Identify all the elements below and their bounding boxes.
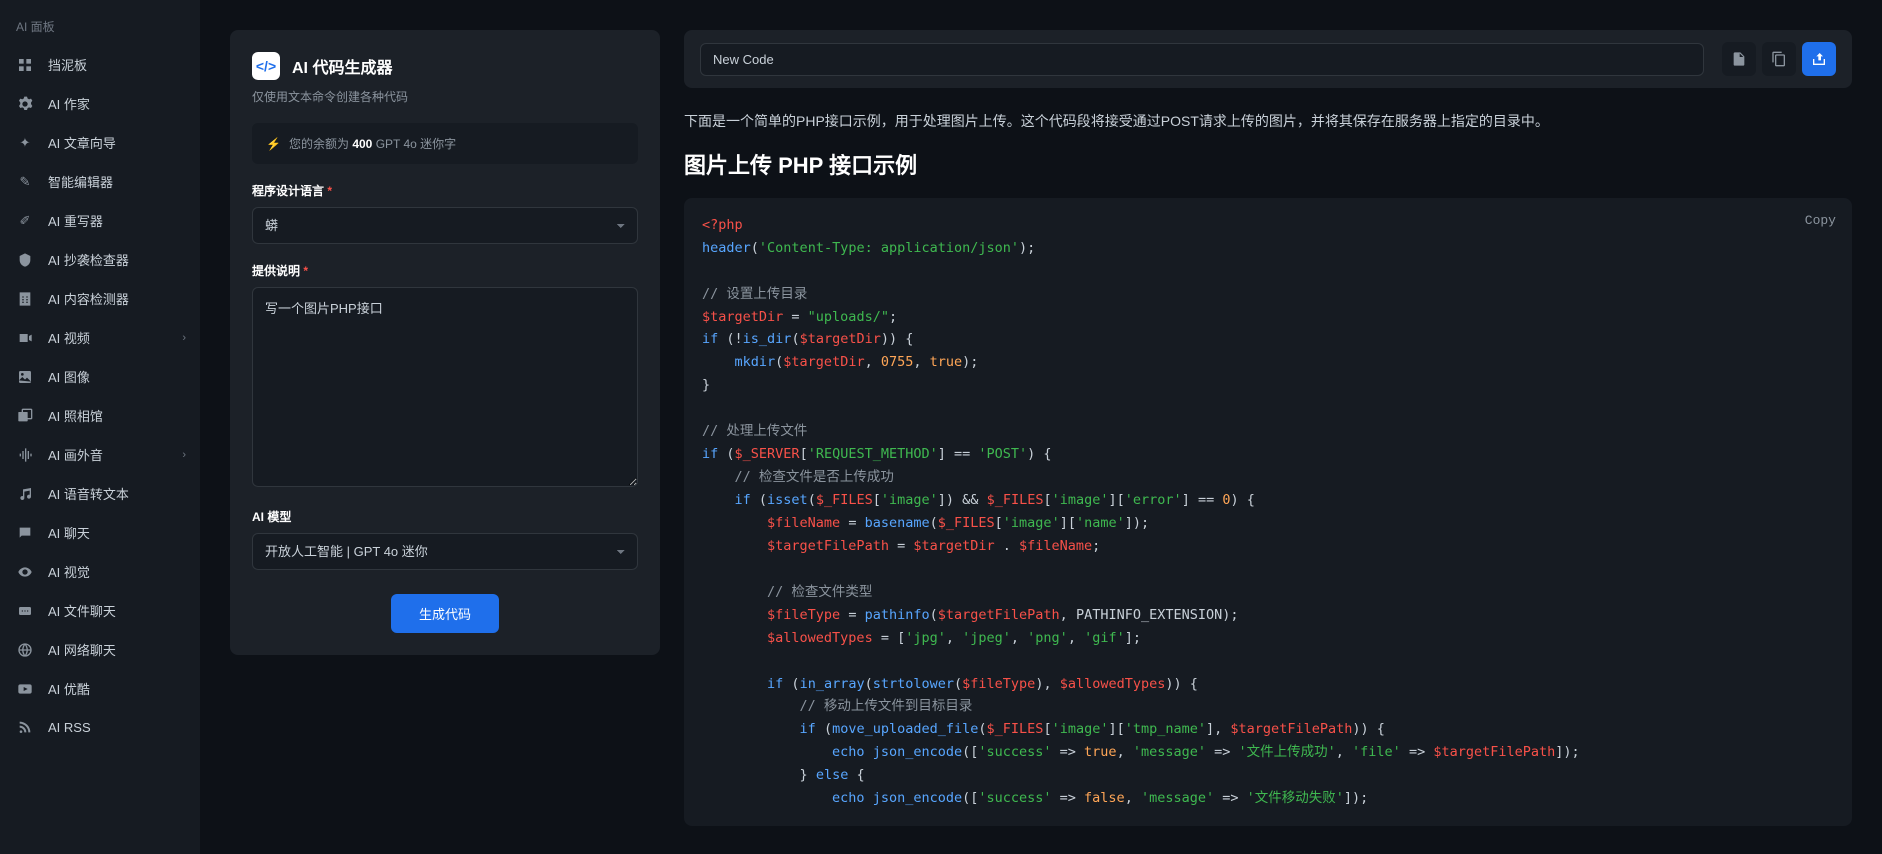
sidebar-item-label: AI 重写器 [48, 211, 103, 230]
sidebar-item-label: AI 视觉 [48, 562, 90, 581]
sidebar-item-10[interactable]: AI 画外音 › [0, 435, 200, 474]
dashboard-icon [16, 56, 34, 74]
gallery-icon [16, 407, 34, 425]
sidebar-item-12[interactable]: AI 聊天 [0, 513, 200, 552]
sidebar-item-label: 挡泥板 [48, 55, 87, 74]
balance-banner: ⚡ 您的余额为 400 GPT 4o 迷你字 [252, 123, 638, 164]
sidebar-item-13[interactable]: AI 视觉 [0, 552, 200, 591]
sidebar-item-label: AI 文章向导 [48, 133, 116, 152]
code-copy-button[interactable]: Copy [1805, 210, 1836, 232]
generate-button[interactable]: 生成代码 [391, 594, 499, 633]
sidebar-item-label: AI 内容检测器 [48, 289, 129, 308]
sidebar-item-15[interactable]: AI 网络聊天 [0, 630, 200, 669]
sidebar-item-14[interactable]: AI 文件聊天 [0, 591, 200, 630]
web-icon [16, 641, 34, 659]
sidebar-item-8[interactable]: AI 图像 [0, 357, 200, 396]
code-block: Copy <?php header('Content-Type: applica… [684, 198, 1852, 826]
card-title: AI 代码生成器 [292, 54, 392, 78]
sidebar-item-label: AI 抄袭检查器 [48, 250, 129, 269]
edit-icon: ✐ [16, 212, 34, 230]
code-name-input[interactable] [700, 43, 1704, 76]
chat-icon [16, 524, 34, 542]
export-button[interactable] [1802, 42, 1836, 76]
building-icon [16, 290, 34, 308]
export-icon [1811, 51, 1827, 67]
sidebar-item-label: AI 网络聊天 [48, 640, 116, 659]
chevron-right-icon: › [182, 332, 186, 344]
pen-icon: ✎ [16, 173, 34, 191]
sidebar-item-17[interactable]: AI RSS [0, 708, 200, 746]
sidebar-item-label: AI 画外音 [48, 445, 103, 464]
sidebar-item-0[interactable]: 挡泥板 [0, 45, 200, 84]
sidebar-item-1[interactable]: AI 作家 [0, 84, 200, 123]
sidebar-item-label: AI 作家 [48, 94, 90, 113]
sidebar-item-9[interactable]: AI 照相馆 [0, 396, 200, 435]
copy-icon [1771, 51, 1787, 67]
code-icon: </> [252, 52, 280, 80]
sidebar-item-11[interactable]: AI 语音转文本 [0, 474, 200, 513]
instructions-label: 提供说明 * [252, 262, 638, 279]
sidebar-item-7[interactable]: AI 视频 › [0, 318, 200, 357]
language-select[interactable]: 蟒 [252, 207, 638, 244]
document-button[interactable] [1722, 42, 1756, 76]
sidebar-item-2[interactable]: ✦ AI 文章向导 [0, 123, 200, 162]
sidebar-item-label: AI 图像 [48, 367, 90, 386]
sidebar-item-3[interactable]: ✎ 智能编辑器 [0, 162, 200, 201]
chevron-right-icon: › [182, 449, 186, 461]
video-icon [16, 329, 34, 347]
audio-icon [16, 446, 34, 464]
eye-icon [16, 563, 34, 581]
copy-button[interactable] [1762, 42, 1796, 76]
shield-icon [16, 251, 34, 269]
sidebar-item-label: 智能编辑器 [48, 172, 113, 191]
filechat-icon [16, 602, 34, 620]
output-description: 下面是一个简单的PHP接口示例，用于处理图片上传。这个代码段将接受通过POST请… [684, 110, 1852, 134]
output-heading: 图片上传 PHP 接口示例 [684, 148, 1852, 180]
sidebar-item-label: AI 聊天 [48, 523, 90, 542]
model-select[interactable]: 开放人工智能 | GPT 4o 迷你 [252, 533, 638, 570]
gear-icon [16, 95, 34, 113]
language-label: 程序设计语言 * [252, 182, 638, 199]
sparkle-icon: ✦ [16, 134, 34, 152]
sidebar-item-5[interactable]: AI 抄袭检查器 [0, 240, 200, 279]
youtube-icon [16, 680, 34, 698]
sidebar-item-label: AI 文件聊天 [48, 601, 116, 620]
sidebar-item-label: AI RSS [48, 720, 91, 735]
instructions-input[interactable] [252, 287, 638, 487]
sidebar-item-label: AI 优酷 [48, 679, 90, 698]
sidebar-item-16[interactable]: AI 优酷 [0, 669, 200, 708]
sidebar-header: AI 面板 [0, 12, 200, 45]
image-icon [16, 368, 34, 386]
generator-card: </> AI 代码生成器 仅使用文本命令创建各种代码 ⚡ 您的余额为 400 G… [230, 30, 660, 655]
rss-icon [16, 718, 34, 736]
music-icon [16, 485, 34, 503]
output-topbar [684, 30, 1852, 88]
code-content: <?php header('Content-Type: application/… [702, 214, 1834, 810]
sidebar-item-label: AI 视频 [48, 328, 90, 347]
bolt-icon: ⚡ [266, 137, 281, 151]
document-icon [1731, 51, 1747, 67]
sidebar-item-label: AI 语音转文本 [48, 484, 129, 503]
card-subtitle: 仅使用文本命令创建各种代码 [252, 88, 638, 105]
sidebar-item-4[interactable]: ✐ AI 重写器 [0, 201, 200, 240]
sidebar: AI 面板 挡泥板 AI 作家 ✦ AI 文章向导 ✎ 智能编辑器 ✐ AI 重写器 AI 抄袭… [0, 0, 200, 854]
sidebar-item-label: AI 照相馆 [48, 406, 103, 425]
sidebar-item-6[interactable]: AI 内容检测器 [0, 279, 200, 318]
model-label: AI 模型 [252, 508, 638, 525]
